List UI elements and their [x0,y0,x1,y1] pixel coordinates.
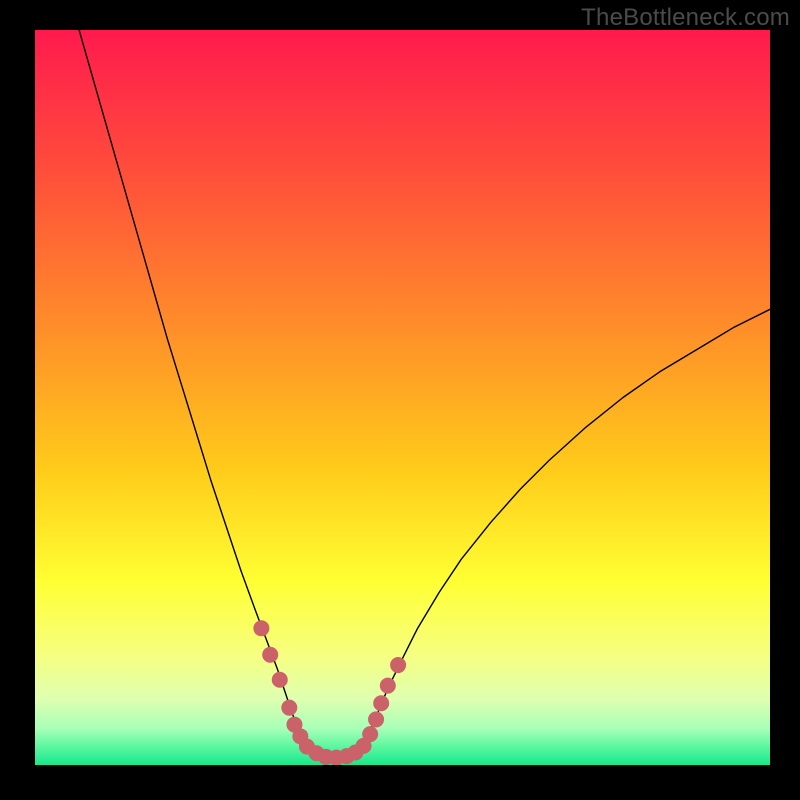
data-marker [368,711,384,727]
data-marker [373,695,389,711]
data-marker [362,726,378,742]
data-marker [390,657,406,673]
data-marker [380,678,396,694]
chart-frame: TheBottleneck.com [0,0,800,800]
plot-area [35,30,770,765]
data-marker [262,647,278,663]
watermark-text: TheBottleneck.com [581,4,790,32]
gradient-rect [35,30,770,765]
data-marker [272,672,288,688]
chart-svg [35,30,770,765]
data-marker [281,700,297,716]
data-marker [253,620,269,636]
